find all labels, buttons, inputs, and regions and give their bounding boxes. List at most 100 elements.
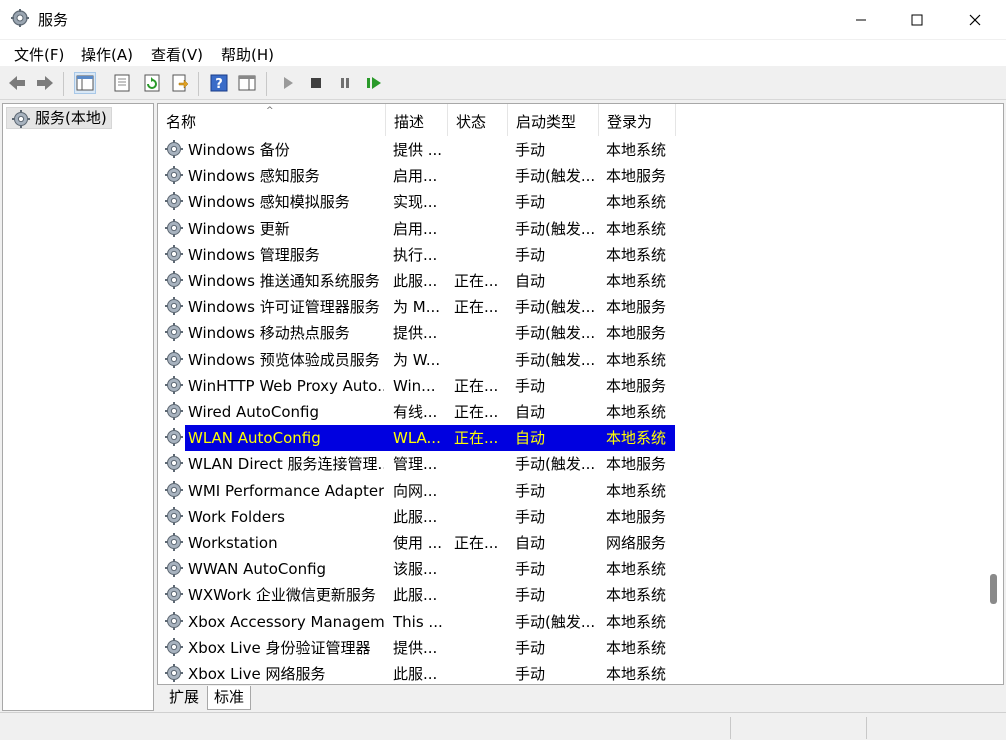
export-icon bbox=[172, 74, 189, 92]
cell-name: Xbox Accessory Managem... bbox=[188, 612, 384, 631]
export-list-button[interactable] bbox=[169, 72, 191, 94]
column-header-name[interactable]: 名称 bbox=[158, 104, 386, 136]
table-row[interactable]: Work Folders 此服... 手动 本地服务 bbox=[158, 504, 678, 530]
arrow-right-icon bbox=[37, 76, 53, 90]
service-gear-icon bbox=[164, 663, 184, 684]
tab-standard[interactable]: 标准 bbox=[207, 686, 251, 710]
table-row[interactable]: WMI Performance Adapter 向网... 手动 本地系统 bbox=[158, 478, 678, 504]
close-icon bbox=[969, 14, 981, 25]
cell-name: Windows 备份 bbox=[188, 141, 290, 159]
cell-startup-type: 手动(触发... bbox=[515, 167, 596, 186]
table-row[interactable]: WLAN Direct 服务连接管理... 管理... 手动(触发... 本地服务 bbox=[158, 451, 678, 477]
cell-status bbox=[454, 163, 506, 189]
cell-description: 此服... bbox=[393, 272, 438, 290]
cell-description: 提供... bbox=[393, 324, 438, 343]
table-row[interactable]: Wired AutoConfig 有线... 正在... 自动 本地系统 bbox=[158, 399, 678, 425]
table-row[interactable]: Windows 推送通知系统服务 此服... 正在... 自动 本地系统 bbox=[158, 268, 678, 294]
console-tree-pane: 服务(本地) bbox=[2, 103, 154, 711]
cell-status: 正在... bbox=[454, 272, 499, 290]
table-row[interactable]: Xbox Accessory Managem... This ... 手动(触发..… bbox=[158, 609, 678, 635]
cell-name: WMI Performance Adapter bbox=[188, 481, 384, 500]
cell-log-on-as: 本地服务 bbox=[606, 167, 667, 186]
cell-log-on-as: 本地系统 bbox=[606, 350, 667, 369]
table-row[interactable]: Workstation 使用 ... 正在... 自动 网络服务 bbox=[158, 530, 678, 556]
table-row[interactable]: Windows 管理服务 执行... 手动 本地系统 bbox=[158, 242, 678, 268]
table-row[interactable]: Windows 许可证管理器服务为 M... 正在... 手动(触发... 本地服务 bbox=[158, 294, 678, 320]
svg-text:?: ? bbox=[215, 77, 223, 92]
cell-description: 此服... bbox=[393, 507, 438, 526]
menu-view[interactable]: 查看(V) bbox=[151, 44, 203, 65]
cell-description: 此服... bbox=[393, 586, 438, 605]
cell-status: 正在... bbox=[454, 376, 499, 395]
view-tabs: 扩展 标准 bbox=[157, 686, 1004, 710]
menu-file[interactable]: 文件(F) bbox=[14, 44, 64, 65]
table-row[interactable]: WWAN AutoConfig 该服... 手动 本地系统 bbox=[158, 556, 678, 582]
restart-service-button[interactable] bbox=[363, 72, 385, 94]
scrollbar-thumb[interactable] bbox=[990, 574, 997, 604]
show-hide-action-pane-button[interactable] bbox=[236, 72, 258, 94]
table-row[interactable]: Xbox Live 网络服务 此服... 手动 本地系统 bbox=[158, 661, 678, 684]
show-hide-console-tree-button[interactable] bbox=[74, 72, 96, 94]
properties-button[interactable] bbox=[111, 72, 133, 94]
maximize-button[interactable] bbox=[888, 0, 946, 39]
cell-startup-type: 自动 bbox=[515, 429, 546, 448]
cell-description: 实现... bbox=[393, 193, 438, 212]
column-header-status[interactable]: 状态 bbox=[448, 104, 508, 136]
service-gear-icon bbox=[164, 165, 184, 189]
menu-help[interactable]: 帮助(H) bbox=[221, 44, 274, 65]
help-button[interactable]: ? bbox=[208, 72, 230, 94]
table-row[interactable]: Windows 移动热点服务 提供... 手动(触发... 本地服务 bbox=[158, 320, 678, 346]
tab-extended[interactable]: 扩展 bbox=[161, 686, 207, 710]
table-row[interactable]: WinHTTP Web Proxy Auto... Win... 正在... 手动 本地… bbox=[158, 373, 678, 399]
cell-startup-type: 手动 bbox=[515, 586, 546, 605]
cell-name: Xbox Live 网络服务 bbox=[188, 665, 326, 683]
forward-button[interactable] bbox=[34, 72, 56, 94]
pause-service-button[interactable] bbox=[334, 72, 356, 94]
table-row[interactable]: Windows 备份 提供 ... 手动 本地系统 bbox=[158, 137, 678, 163]
properties-icon bbox=[114, 74, 130, 92]
services-app-icon bbox=[10, 8, 30, 32]
column-header-startup-type[interactable]: 启动类型 bbox=[508, 104, 599, 136]
cell-description: 有线... bbox=[393, 403, 438, 421]
column-header-description[interactable]: 描述 bbox=[386, 104, 448, 136]
back-button[interactable] bbox=[6, 72, 28, 94]
service-gear-icon bbox=[164, 191, 184, 215]
toolbar-separator bbox=[266, 72, 267, 96]
gear-icon bbox=[11, 109, 31, 133]
column-header-log-on-as[interactable]: 登录为 bbox=[599, 104, 676, 136]
table-row[interactable]: Windows 感知服务 启用... 手动(触发... 本地服务 bbox=[158, 163, 678, 189]
list-header: ^ 名称 描述 状态 启动类型 登录为 bbox=[158, 104, 988, 136]
stop-service-button[interactable] bbox=[305, 72, 327, 94]
close-button[interactable] bbox=[946, 0, 1004, 39]
arrow-left-icon bbox=[9, 76, 25, 90]
cell-description: 此服... bbox=[393, 665, 438, 683]
cell-log-on-as: 本地系统 bbox=[606, 612, 667, 631]
cell-log-on-as: 本地系统 bbox=[606, 141, 667, 159]
cell-log-on-as: 本地系统 bbox=[606, 272, 667, 290]
cell-log-on-as: 本地系统 bbox=[606, 219, 667, 238]
cell-log-on-as: 本地系统 bbox=[606, 193, 667, 212]
start-service-button[interactable] bbox=[277, 72, 299, 94]
table-row[interactable]: Windows 感知模拟服务 实现... 手动 本地系统 bbox=[158, 189, 678, 215]
cell-startup-type: 手动(触发... bbox=[515, 455, 596, 474]
tree-item-services-local[interactable]: 服务(本地) bbox=[6, 107, 112, 129]
table-row[interactable]: WLAN AutoConfig WLA... 正在... 自动 本地系统 bbox=[158, 425, 678, 452]
cell-status: 正在... bbox=[454, 534, 499, 552]
table-row[interactable]: Windows 更新 启用... 手动(触发... 本地系统 bbox=[158, 216, 678, 242]
table-row[interactable]: WXWork 企业微信更新服务 此服... 手动 本地系统 bbox=[158, 582, 678, 608]
cell-description: 使用 ... bbox=[393, 534, 443, 552]
cell-log-on-as: 本地服务 bbox=[606, 455, 667, 474]
cell-description: This ... bbox=[393, 612, 443, 631]
help-icon: ? bbox=[210, 74, 228, 92]
table-row[interactable]: Xbox Live 身份验证管理器 提供... 手动 本地系统 bbox=[158, 635, 678, 661]
menu-action[interactable]: 操作(A) bbox=[81, 44, 133, 65]
cell-status bbox=[454, 478, 506, 504]
minimize-button[interactable] bbox=[832, 0, 890, 39]
table-row[interactable]: Windows 预览体验成员服务为 W... 手动(触发... 本地系统 bbox=[158, 347, 678, 373]
cell-status bbox=[454, 242, 506, 268]
vertical-scrollbar[interactable] bbox=[987, 104, 1003, 684]
title-bar: 服务 bbox=[0, 0, 1006, 39]
refresh-button[interactable] bbox=[141, 72, 163, 94]
service-gear-icon bbox=[164, 532, 184, 556]
status-segment bbox=[730, 717, 866, 739]
